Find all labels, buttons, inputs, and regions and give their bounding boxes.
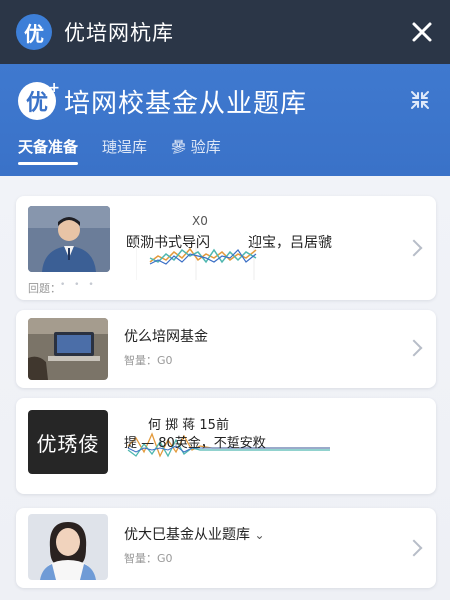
hero-banner: 优 + 培网校基金从业题库 天备准备 璉逞库 曑 验库: [0, 64, 450, 176]
brand-logo-plus: +: [48, 80, 60, 96]
trend-sparkline: [136, 240, 257, 280]
app-logo: 优: [16, 14, 52, 50]
chevron-right-icon[interactable]: [405, 239, 423, 257]
presenter-photo: [28, 514, 108, 580]
laptop-thumbnail: [28, 318, 108, 380]
laptop-photo: [28, 318, 108, 380]
course-card[interactable]: 颐泐书式导闪 迎宝，吕居虢 X0 回题： • • •: [16, 196, 436, 300]
brand-thumbnail-text: 优琇倰: [36, 431, 100, 456]
chevron-right-icon[interactable]: [405, 339, 423, 357]
pager-dots: • • •: [60, 280, 97, 290]
app-title: 优培网杭库: [64, 21, 174, 45]
page-title: 培网校基金从业题库: [64, 88, 308, 119]
hero-title-row: 优 + 培网校基金从业题库: [18, 78, 432, 124]
chart-label: X0: [192, 214, 208, 228]
instructor-photo: [28, 206, 110, 272]
instructor-thumbnail: [28, 206, 110, 272]
tab-bar: 天备准备 璉逞库 曑 验库: [18, 136, 245, 165]
brand-thumbnail: 优琇倰: [28, 410, 108, 474]
course-card[interactable]: 优琇倰 何 掷 蒋 15前 提 — 80英金，不踅安敉: [16, 398, 436, 494]
tab-practice[interactable]: 璉逞库: [102, 136, 147, 165]
course-list: 颐泐书式导闪 迎宝，吕居虢 X0 回题： • • • 优么培网基金 智量：G0 …: [0, 176, 450, 600]
card-meta: 智量：G0: [124, 552, 173, 565]
card-meta: 回题：: [28, 282, 61, 295]
brand-logo-char: 优: [25, 91, 48, 116]
card-title-text: 优大巳基金从业题库: [124, 527, 250, 543]
course-card[interactable]: 优大巳基金从业题库 ⌄ 智量：G0: [16, 508, 436, 588]
tab-prep[interactable]: 天备准备: [18, 136, 79, 165]
presenter-thumbnail: [28, 514, 108, 580]
card-title: 提 — 80英金，不踅安敉: [124, 436, 266, 451]
course-card[interactable]: 优么培网基金 智量：G0: [16, 310, 436, 388]
collapse-icon[interactable]: [408, 88, 432, 112]
close-icon[interactable]: [408, 18, 436, 46]
card-title: 优么培网基金: [124, 329, 208, 345]
card-meta: 智量：G0: [124, 354, 173, 367]
chevron-right-icon[interactable]: [405, 539, 423, 557]
tab-exam[interactable]: 曑 验库: [171, 136, 221, 165]
brand-logo: 优 +: [18, 80, 60, 120]
app-header: 优 优培网杭库: [0, 0, 450, 64]
chevron-down-icon[interactable]: ⌄: [254, 528, 264, 542]
card-title: 优大巳基金从业题库 ⌄: [124, 524, 265, 544]
